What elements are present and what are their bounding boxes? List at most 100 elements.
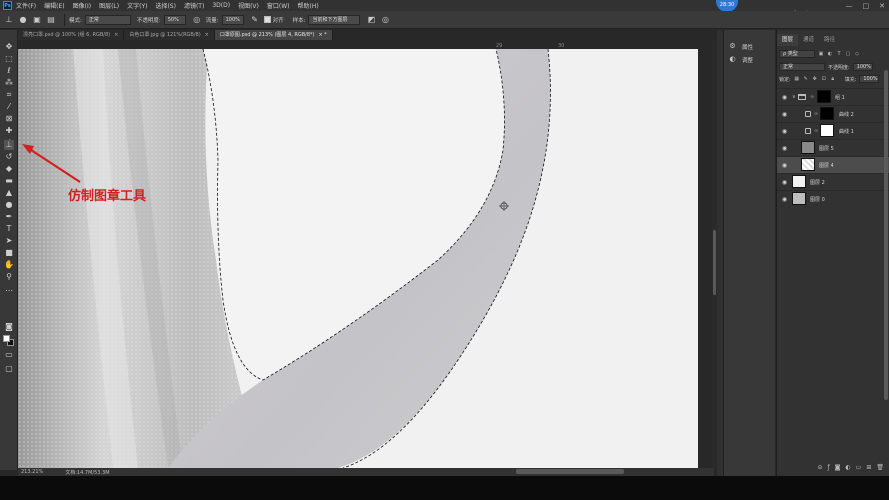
path-selection-tool-icon[interactable]: ➤ <box>4 236 14 246</box>
visibility-eye-icon[interactable]: ◉ <box>781 94 788 101</box>
clone-source-icon[interactable]: ▤ <box>46 15 56 25</box>
menu-filter[interactable]: 滤镜(T) <box>184 1 204 10</box>
properties-panel-button[interactable]: ⚙ 属性 <box>724 40 776 53</box>
layer-mask-thumbnail[interactable] <box>820 124 834 137</box>
aligned-checkbox[interactable] <box>263 16 271 23</box>
maximize-icon[interactable]: □ <box>863 2 870 10</box>
move-tool-icon[interactable]: ✥ <box>4 42 14 52</box>
layer-mask-thumbnail[interactable] <box>817 90 831 103</box>
blur-tool-icon[interactable]: ▲ <box>4 188 14 198</box>
layer-opacity-field[interactable]: 100% <box>852 63 873 71</box>
layer-row[interactable]: ◉ ∞ 曲线 1 <box>777 122 889 139</box>
layer-thumbnail[interactable] <box>801 158 815 171</box>
brush-size-icon[interactable]: ● <box>18 15 28 25</box>
fx-icon[interactable]: ƒ <box>827 464 829 474</box>
eyedropper-tool-icon[interactable]: ⁄ <box>4 102 14 112</box>
layer-thumbnail[interactable] <box>792 175 806 188</box>
dodge-tool-icon[interactable]: ● <box>4 200 14 210</box>
pressure-size-icon[interactable]: ◎ <box>380 15 390 25</box>
screen-mode-icon[interactable]: ▢ <box>4 364 14 374</box>
layer-row[interactable]: ◉ 图层 2 <box>777 173 889 190</box>
opacity-field[interactable]: 50% <box>163 14 186 25</box>
trash-icon[interactable]: 🗑︎ <box>876 464 884 474</box>
frame-tool-icon[interactable]: ⊠ <box>4 114 14 124</box>
link-icon[interactable]: ⊝ <box>817 464 822 474</box>
blend-mode-select[interactable]: 正常 <box>779 63 825 71</box>
filter-pixel-icon[interactable]: ▣ <box>818 51 824 57</box>
layer-row[interactable]: ◉ 图层 0 <box>777 190 889 207</box>
vertical-scroll-thumb[interactable] <box>713 230 716 295</box>
adjustment-layer-icon[interactable]: ◐ <box>845 464 850 474</box>
minimize-icon[interactable]: — <box>846 2 853 10</box>
tab-channels[interactable]: 通道 <box>798 34 819 46</box>
eraser-tool-icon[interactable]: ◆ <box>4 164 14 174</box>
tab-layers[interactable]: 图层 <box>777 34 799 46</box>
visibility-eye-icon[interactable]: ◉ <box>781 145 788 152</box>
visibility-eye-icon[interactable]: ◉ <box>781 196 788 203</box>
layer-row[interactable]: ◉ 图层 5 <box>777 139 889 156</box>
marquee-tool-icon[interactable]: ⬚ <box>4 54 14 64</box>
menu-window[interactable]: 窗口(W) <box>267 1 290 10</box>
panel-scrollbar[interactable] <box>884 70 888 400</box>
more-tools-icon[interactable]: ⋯ <box>4 286 14 296</box>
ignore-adjustment-icon[interactable]: ◩ <box>366 15 376 25</box>
foreground-color-swatch[interactable] <box>3 335 10 342</box>
zoom-tool-icon[interactable]: ⚲ <box>4 272 14 282</box>
menu-file[interactable]: 文件(F) <box>16 1 36 10</box>
brush-settings-icon[interactable]: ▣ <box>32 15 42 25</box>
magic-wand-tool-icon[interactable]: ⁂ <box>4 78 14 88</box>
lock-pixels-icon[interactable]: ✎ <box>803 76 809 82</box>
gradient-tool-icon[interactable]: ▬ <box>4 176 14 186</box>
menu-select[interactable]: 选择(S) <box>155 1 176 10</box>
tab-document-2[interactable]: 白色口罩.jpg @ 121%(RGB/8) × <box>124 30 215 40</box>
filter-type-icon[interactable]: T <box>836 51 842 57</box>
layer-thumbnail[interactable] <box>801 141 815 154</box>
mode-select[interactable]: 正常 <box>84 14 131 25</box>
zoom-level[interactable]: 213.21% <box>21 469 43 475</box>
adjustments-panel-button[interactable]: ◐ 调整 <box>724 53 776 66</box>
lock-all-icon[interactable]: 🔒︎ <box>830 76 836 82</box>
airbrush-icon[interactable]: ✎ <box>250 15 260 25</box>
visibility-eye-icon[interactable]: ◉ <box>781 128 788 135</box>
lock-artboard-icon[interactable]: ⊡ <box>821 76 827 82</box>
menu-view[interactable]: 视图(V) <box>238 1 259 10</box>
layer-row-selected[interactable]: ◉ 图层 4 <box>777 156 889 173</box>
tab-document-3[interactable]: 口罩原图.psd @ 213% (图层 4, RGB/8*) × * <box>214 30 333 40</box>
sample-select[interactable]: 当前和下方图层 <box>308 14 361 25</box>
visibility-eye-icon[interactable]: ◉ <box>781 162 788 169</box>
clone-stamp-preset-icon[interactable]: ⊥ <box>4 15 14 25</box>
tab-paths[interactable]: 路径 <box>819 34 840 46</box>
filter-smart-icon[interactable]: ◇ <box>854 51 860 57</box>
layer-row[interactable]: ◉ ∨ ∞ 组 1 <box>777 88 889 105</box>
visibility-eye-icon[interactable]: ◉ <box>781 111 788 118</box>
crop-tool-icon[interactable]: ⌗ <box>4 90 14 100</box>
visibility-eye-icon[interactable]: ◉ <box>781 179 788 186</box>
flow-field[interactable]: 100% <box>221 14 244 25</box>
tab-close-icon[interactable]: × <box>114 30 118 40</box>
fill-field[interactable]: 100% <box>859 75 880 83</box>
pressure-opacity-icon[interactable]: ◎ <box>192 15 202 25</box>
mask-icon[interactable]: ◙ <box>835 464 841 474</box>
lock-position-icon[interactable]: ✥ <box>812 76 818 82</box>
layer-mask-thumbnail[interactable] <box>820 107 834 120</box>
layer-row[interactable]: ◉ ∞ 曲线 2 <box>777 105 889 122</box>
new-layer-icon[interactable]: ⊞ <box>866 464 871 474</box>
lock-transparent-icon[interactable]: ▦ <box>794 76 800 82</box>
filter-shape-icon[interactable]: ▢ <box>845 51 851 57</box>
folder-icon[interactable]: ▭ <box>856 464 862 474</box>
tab-close-icon[interactable]: × * <box>318 30 326 40</box>
clone-stamp-tool-icon[interactable]: ⊥ <box>4 140 14 150</box>
type-tool-icon[interactable]: T <box>4 224 14 234</box>
quick-mask-icon[interactable]: ◙ <box>4 322 14 332</box>
lasso-tool-icon[interactable]: ℓ <box>4 66 14 76</box>
layer-filter-select[interactable]: ρ 类型 <box>779 50 815 58</box>
tab-document-1[interactable]: 漂亮口罩.psd @ 100% (组 6, RGB/8) × <box>18 30 125 40</box>
pen-tool-icon[interactable]: ✒ <box>4 212 14 222</box>
close-icon[interactable]: ✕ <box>879 2 885 10</box>
hand-tool-icon[interactable]: ✋ <box>4 260 14 270</box>
menu-help[interactable]: 帮助(H) <box>298 1 319 10</box>
quick-mask-mode-icon[interactable]: ▭ <box>4 350 14 360</box>
document-canvas[interactable]: 29 30 <box>18 40 712 468</box>
filter-adjustment-icon[interactable]: ◐ <box>827 51 833 57</box>
menu-image[interactable]: 图像(I) <box>73 1 91 10</box>
